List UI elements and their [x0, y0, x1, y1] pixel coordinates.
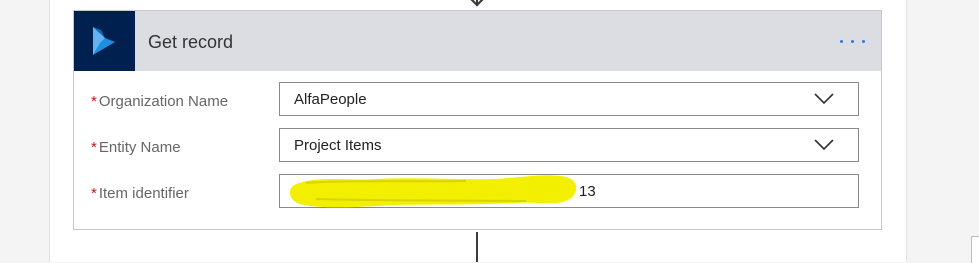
label-text: Entity Name	[98, 139, 181, 156]
entity-name-label: * Entity Name	[91, 139, 181, 157]
more-options-button[interactable]	[835, 33, 869, 49]
action-title: Get record	[148, 32, 234, 52]
field-entity-name: * Entity Name Project Items	[74, 128, 881, 166]
item-identifier-label: * Item identifier	[91, 185, 189, 203]
organization-name-value: AlfaPeople	[294, 91, 367, 108]
flow-connector-out	[476, 232, 478, 262]
item-identifier-value: 13	[579, 183, 596, 200]
required-asterisk: *	[91, 139, 97, 156]
entity-name-dropdown[interactable]: Project Items	[279, 128, 859, 162]
ellipsis-dot	[851, 40, 854, 43]
action-card-header[interactable]: Get record	[74, 11, 881, 71]
required-asterisk: *	[91, 185, 97, 202]
ellipsis-icon	[840, 40, 843, 43]
connector-arrow-icon	[470, 0, 484, 7]
ellipsis-dot	[862, 40, 865, 43]
organization-name-dropdown[interactable]: AlfaPeople	[279, 82, 859, 116]
field-item-identifier: * Item identifier 13	[74, 174, 881, 212]
chevron-down-icon	[814, 139, 834, 151]
dynamics-365-icon	[93, 27, 115, 55]
chevron-down-icon	[814, 93, 834, 105]
label-text: Item identifier	[98, 185, 189, 202]
action-card-get-record: Get record * Organization Name AlfaPeople…	[73, 10, 882, 230]
field-organization-name: * Organization Name AlfaPeople	[74, 82, 881, 120]
scrollbar-corner[interactable]	[971, 236, 979, 263]
redaction-highlight	[289, 175, 577, 208]
label-text: Organization Name	[98, 93, 229, 110]
required-asterisk: *	[91, 93, 97, 110]
organization-name-label: * Organization Name	[91, 93, 228, 111]
connector-icon-tile	[74, 11, 135, 71]
entity-name-value: Project Items	[294, 137, 382, 154]
item-identifier-input[interactable]: 13	[279, 174, 859, 208]
